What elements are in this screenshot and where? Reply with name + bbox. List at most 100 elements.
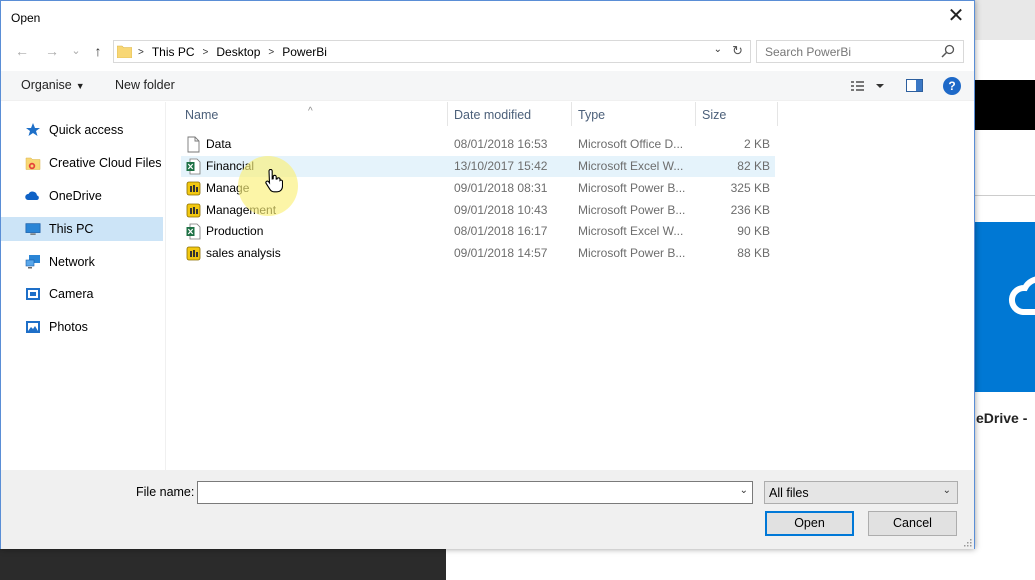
file-name: Production bbox=[206, 224, 264, 238]
close-button[interactable]: ✕ bbox=[946, 6, 966, 27]
help-icon[interactable]: ? bbox=[943, 77, 961, 95]
breadcrumb: > This PC > Desktop > PowerBi bbox=[138, 45, 327, 59]
change-view-icon[interactable] bbox=[849, 78, 889, 94]
background-header-bar bbox=[974, 80, 1035, 130]
address-dropdown-button[interactable]: ⌄ bbox=[714, 44, 722, 55]
file-date-modified: 08/01/2018 16:53 bbox=[454, 137, 548, 151]
onedrive-cloud-icon bbox=[25, 188, 41, 204]
nav-item-photos[interactable]: Photos bbox=[1, 315, 163, 339]
background-taskbar-area bbox=[0, 548, 446, 580]
cancel-button[interactable]: Cancel bbox=[868, 511, 957, 536]
photos-icon bbox=[25, 319, 41, 335]
up-folder-button[interactable]: ↑ bbox=[89, 43, 107, 61]
cloud-icon bbox=[1009, 276, 1035, 315]
background-divider bbox=[974, 195, 1035, 196]
powerbi-file-icon bbox=[186, 181, 201, 196]
file-row-production[interactable]: Production 08/01/2018 16:17 Microsoft Ex… bbox=[181, 221, 775, 242]
chevron-down-icon[interactable]: ⌄ bbox=[740, 485, 748, 496]
file-name: sales analysis bbox=[206, 246, 281, 260]
file-name-label: File name: bbox=[136, 485, 195, 499]
nav-item-label: Quick access bbox=[49, 123, 124, 137]
dialog-title: Open bbox=[11, 11, 41, 25]
nav-item-camera[interactable]: Camera bbox=[1, 282, 163, 306]
nav-item-creative-cloud-files[interactable]: Creative Cloud Files bbox=[1, 151, 163, 175]
column-header-type[interactable]: Type bbox=[578, 108, 605, 122]
file-size: 90 KB bbox=[737, 224, 770, 238]
breadcrumb-desktop[interactable]: Desktop bbox=[216, 45, 260, 59]
search-icon bbox=[941, 44, 955, 58]
forward-button[interactable]: → bbox=[43, 43, 61, 61]
background-onedrive-label: eDrive - bbox=[976, 410, 1028, 426]
star-icon bbox=[25, 122, 41, 138]
file-type: Microsoft Excel W... bbox=[578, 159, 684, 173]
column-divider[interactable] bbox=[777, 102, 778, 126]
document-icon bbox=[187, 136, 200, 153]
preview-pane-icon[interactable] bbox=[906, 79, 923, 92]
navigation-pane: Quick access Creative Cloud Files OneDri… bbox=[1, 102, 166, 470]
breadcrumb-separator: > bbox=[202, 46, 209, 58]
breadcrumb-separator: > bbox=[138, 46, 144, 58]
file-name-input[interactable]: ⌄ bbox=[197, 481, 753, 504]
file-type: Microsoft Power B... bbox=[578, 203, 686, 217]
file-type: Microsoft Excel W... bbox=[578, 224, 684, 238]
file-row-data[interactable]: Data 08/01/2018 16:53 Microsoft Office D… bbox=[181, 134, 775, 155]
nav-item-label: OneDrive bbox=[49, 189, 102, 203]
breadcrumb-this-pc[interactable]: This PC bbox=[152, 45, 195, 59]
column-divider[interactable] bbox=[447, 102, 448, 126]
chevron-down-icon: ▼ bbox=[75, 81, 85, 91]
monitor-icon bbox=[25, 221, 41, 237]
new-folder-button[interactable]: New folder bbox=[115, 78, 175, 92]
background-onedrive-card bbox=[974, 222, 1035, 392]
nav-item-label: Creative Cloud Files bbox=[49, 156, 162, 170]
file-date-modified: 08/01/2018 16:17 bbox=[454, 224, 548, 238]
excel-file-icon bbox=[186, 223, 201, 240]
excel-file-icon bbox=[186, 158, 201, 175]
file-type: Microsoft Power B... bbox=[578, 181, 686, 195]
open-button[interactable]: Open bbox=[765, 511, 854, 536]
column-header-name[interactable]: Name ^ bbox=[185, 106, 313, 122]
search-input[interactable]: Search PowerBi bbox=[756, 40, 964, 63]
refresh-button[interactable]: ↻ bbox=[732, 43, 743, 59]
nav-item-label: Photos bbox=[49, 320, 88, 334]
file-row-sales-analysis[interactable]: sales analysis 09/01/2018 14:57 Microsof… bbox=[181, 243, 775, 264]
breadcrumb-separator: > bbox=[268, 46, 275, 58]
nav-item-label: Camera bbox=[49, 287, 94, 301]
nav-item-quick-access[interactable]: Quick access bbox=[1, 118, 163, 142]
address-bar[interactable]: > This PC > Desktop > PowerBi ⌄ ↻ bbox=[113, 40, 751, 63]
background-toolbar-strip bbox=[974, 0, 1035, 40]
nav-item-this-pc[interactable]: This PC bbox=[1, 217, 163, 241]
network-icon bbox=[25, 254, 41, 270]
organise-menu[interactable]: Organise ▼ bbox=[21, 78, 85, 92]
column-header-date-modified[interactable]: Date modified bbox=[454, 108, 531, 122]
nav-item-onedrive[interactable]: OneDrive bbox=[1, 184, 163, 208]
column-header-size[interactable]: Size bbox=[702, 108, 726, 122]
file-type-filter[interactable]: All files ⌄ bbox=[764, 481, 958, 504]
organise-label: Organise bbox=[21, 78, 72, 92]
recent-locations-button[interactable]: ⌄ bbox=[67, 43, 85, 61]
sort-ascending-icon: ^ bbox=[308, 106, 313, 117]
nav-item-network[interactable]: Network bbox=[1, 250, 163, 274]
column-label: Name bbox=[185, 108, 219, 122]
file-name-panel: File name: ⌄ All files ⌄ Open Cancel bbox=[1, 470, 974, 549]
command-toolbar: Organise ▼ New folder ? bbox=[1, 71, 974, 101]
file-list: Name ^ Date modified Type Size Data 08/0… bbox=[167, 102, 974, 470]
column-divider[interactable] bbox=[571, 102, 572, 126]
file-size: 236 KB bbox=[730, 203, 770, 217]
open-file-dialog: Open ✕ ← → ⌄ ↑ > This PC > Desktop > Pow… bbox=[0, 0, 975, 549]
file-size: 325 KB bbox=[730, 181, 770, 195]
title-bar: Open ✕ bbox=[1, 1, 974, 35]
column-divider[interactable] bbox=[695, 102, 696, 126]
breadcrumb-powerbi[interactable]: PowerBi bbox=[282, 45, 327, 59]
file-name: Data bbox=[206, 137, 232, 151]
file-type-filter-value: All files bbox=[769, 486, 809, 500]
file-size: 2 KB bbox=[743, 137, 770, 151]
search-placeholder: Search PowerBi bbox=[765, 45, 852, 59]
back-button[interactable]: ← bbox=[13, 43, 31, 61]
nav-item-label: This PC bbox=[49, 222, 94, 236]
folder-icon bbox=[117, 45, 132, 58]
nav-item-label: Network bbox=[49, 255, 95, 269]
resize-grip-icon[interactable] bbox=[962, 537, 972, 547]
camera-icon bbox=[25, 286, 41, 302]
file-date-modified: 09/01/2018 08:31 bbox=[454, 181, 548, 195]
hand-pointer-icon bbox=[265, 169, 283, 193]
